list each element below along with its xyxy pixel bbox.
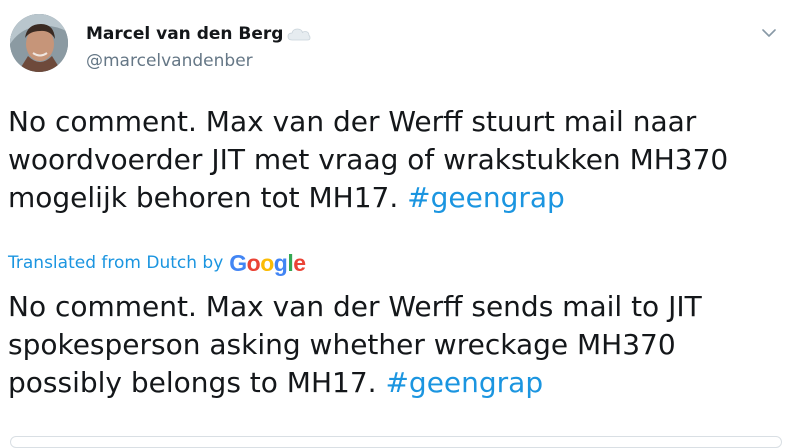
- google-letter: o: [260, 250, 274, 276]
- translation-body: No comment. Max van der Werff sends mail…: [8, 290, 702, 399]
- tweet-body: No comment. Max van der Werff stuurt mai…: [8, 105, 729, 214]
- tweet-text: No comment. Max van der Werff stuurt mai…: [8, 103, 778, 217]
- cloud-icon: [287, 26, 311, 42]
- avatar-image: [10, 14, 68, 72]
- hashtag-link[interactable]: #geengrap: [385, 366, 543, 399]
- chevron-down-icon[interactable]: [758, 22, 780, 44]
- author-name[interactable]: Marcel van den Berg: [86, 24, 283, 44]
- translated-label[interactable]: Translated from Dutch by: [8, 253, 223, 273]
- hashtag-link[interactable]: #geengrap: [407, 181, 565, 214]
- translation-text: No comment. Max van der Werff sends mail…: [8, 288, 783, 402]
- google-letter: g: [273, 250, 288, 276]
- author-handle[interactable]: @marcelvandenber: [86, 51, 253, 71]
- avatar[interactable]: [10, 14, 68, 72]
- bottom-card-edge: [10, 436, 782, 448]
- translation-attribution: Translated from Dutch by Google: [8, 250, 306, 276]
- google-letter: G: [229, 250, 247, 276]
- google-logo: Google: [229, 250, 306, 276]
- google-letter: e: [293, 250, 306, 276]
- google-letter: o: [246, 250, 261, 276]
